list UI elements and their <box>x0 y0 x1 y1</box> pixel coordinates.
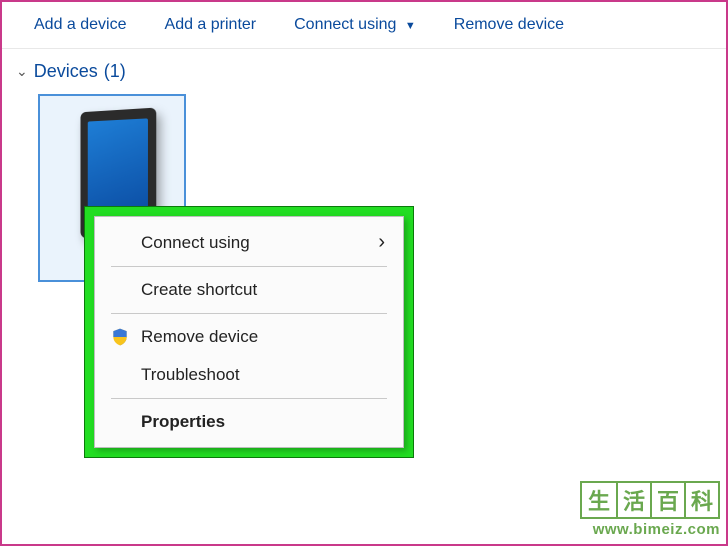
add-printer-link[interactable]: Add a printer <box>165 16 257 34</box>
chevron-down-icon: ⌄ <box>16 63 28 80</box>
highlight-box: Connect using › Create shortcut Remove d… <box>84 206 414 458</box>
watermark-char: 生 <box>582 483 616 517</box>
menu-separator <box>111 398 387 399</box>
menu-create-shortcut[interactable]: Create shortcut <box>99 271 399 309</box>
menu-separator <box>111 313 387 314</box>
connect-using-link[interactable]: Connect using ▼ <box>294 16 416 34</box>
section-count: (1) <box>104 61 126 82</box>
watermark: 生 活 百 科 www.bimeiz.com <box>580 481 720 538</box>
watermark-badge: 生 活 百 科 <box>580 481 720 519</box>
menu-remove-device[interactable]: Remove device <box>99 318 399 356</box>
blank-icon <box>109 232 131 254</box>
watermark-char: 活 <box>616 483 650 517</box>
blank-icon <box>109 411 131 433</box>
command-bar: Add a device Add a printer Connect using… <box>2 2 726 49</box>
devices-section-header[interactable]: ⌄ Devices (1) <box>16 61 126 82</box>
menu-label: Remove device <box>141 327 258 347</box>
menu-label: Connect using <box>141 233 250 253</box>
watermark-char: 百 <box>650 483 684 517</box>
menu-troubleshoot[interactable]: Troubleshoot <box>99 356 399 394</box>
watermark-url: www.bimeiz.com <box>580 521 720 538</box>
menu-label: Create shortcut <box>141 280 257 300</box>
chevron-right-icon: › <box>378 231 385 254</box>
menu-label: Troubleshoot <box>141 365 240 385</box>
add-device-link[interactable]: Add a device <box>34 16 127 34</box>
chevron-down-icon: ▼ <box>405 20 416 32</box>
context-menu: Connect using › Create shortcut Remove d… <box>94 216 404 448</box>
remove-device-link[interactable]: Remove device <box>454 16 564 34</box>
menu-label: Properties <box>141 412 225 432</box>
connect-using-label: Connect using <box>294 16 396 33</box>
section-label: Devices <box>34 61 98 82</box>
watermark-char: 科 <box>684 483 718 517</box>
menu-connect-using[interactable]: Connect using › <box>99 223 399 262</box>
blank-icon <box>109 364 131 386</box>
menu-properties[interactable]: Properties <box>99 403 399 441</box>
menu-separator <box>111 266 387 267</box>
shield-icon <box>109 326 131 348</box>
blank-icon <box>109 279 131 301</box>
